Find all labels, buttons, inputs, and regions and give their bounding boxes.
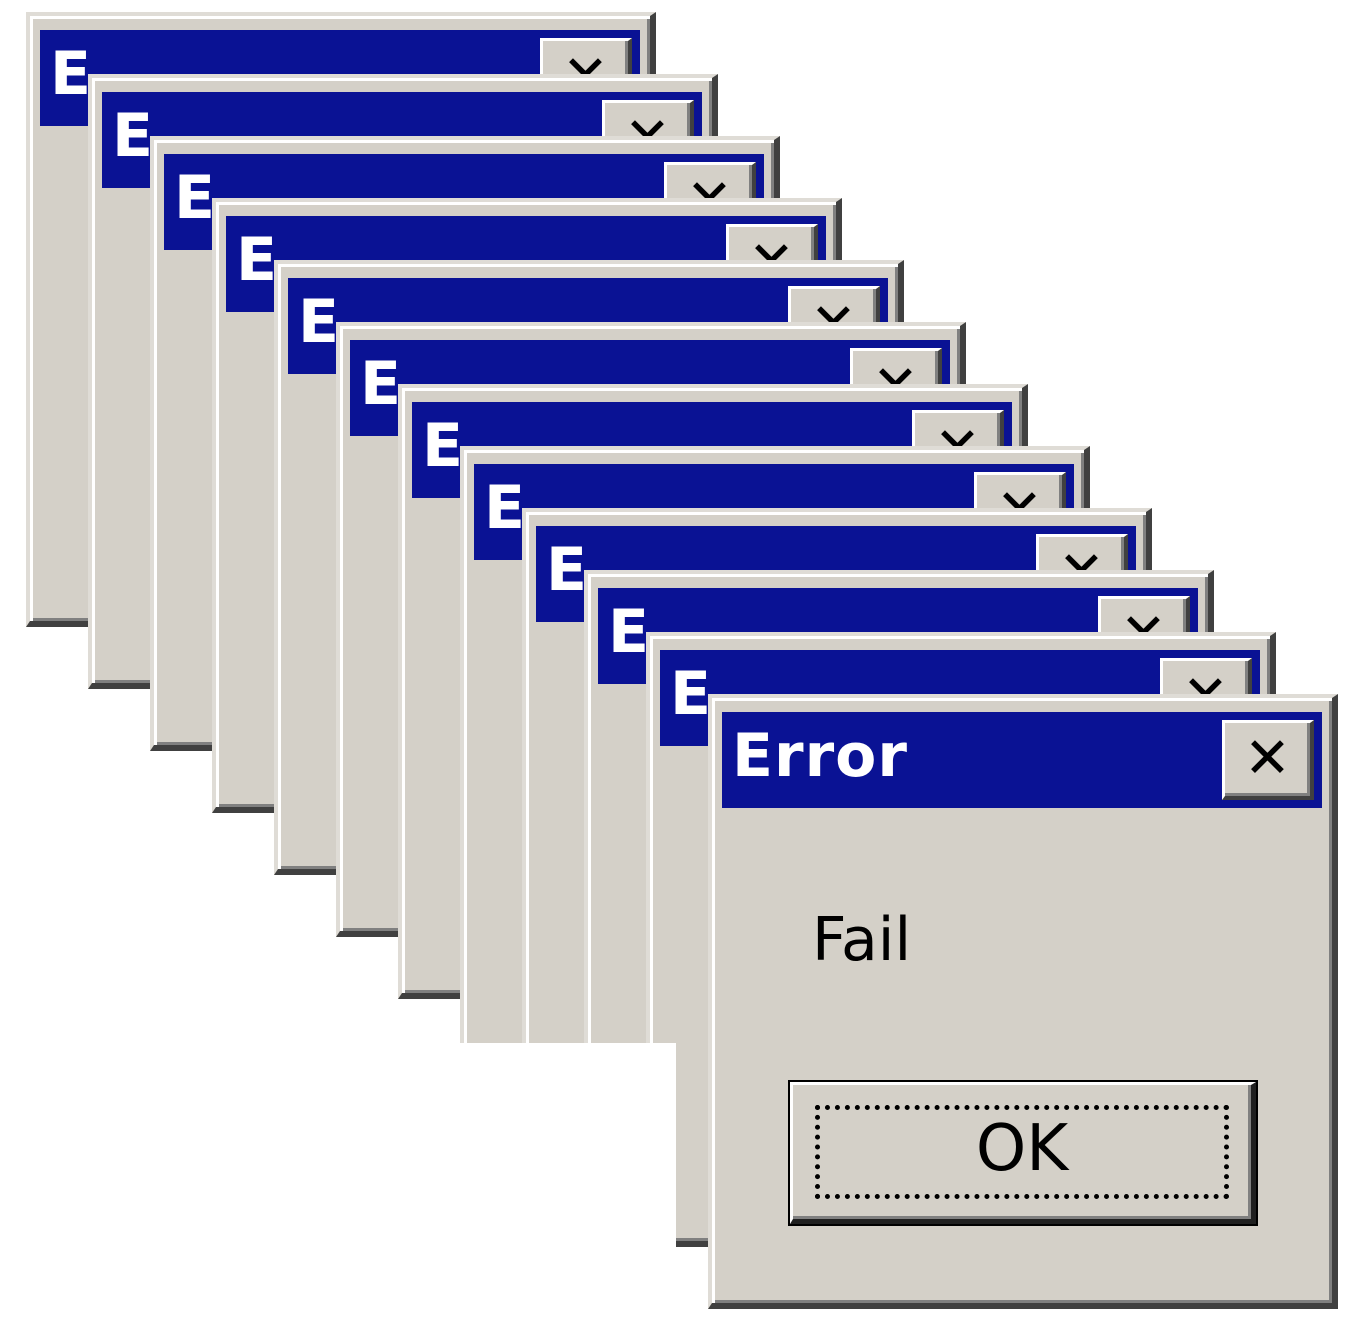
dialog-title: E (484, 473, 526, 543)
title-bar: Error ✕ (722, 712, 1322, 808)
ok-button[interactable]: OK (790, 1082, 1256, 1224)
dialog-title: E (298, 287, 340, 357)
dialog-title: E (112, 101, 154, 171)
dialog-title: E (174, 163, 216, 233)
dialog-title: E (360, 349, 402, 419)
error-message: Fail (812, 905, 912, 975)
background-mask (0, 1043, 676, 1317)
error-dialog-cascade: E✕FailOKE✕FailOKE✕FailOKE✕FailOKE✕FailOK… (0, 0, 1348, 1317)
error-dialog-front: Error ✕ Fail OK (708, 694, 1338, 1309)
dialog-title: E (608, 597, 650, 667)
dialog-title: E (50, 39, 92, 109)
dialog-title: Error (732, 721, 908, 791)
close-icon: ✕ (1244, 726, 1291, 791)
dialog-title: E (546, 535, 588, 605)
dialog-title: E (670, 659, 712, 729)
close-button[interactable]: ✕ (1222, 720, 1314, 800)
dialog-title: E (236, 225, 278, 295)
ok-button-label: OK (975, 1112, 1069, 1186)
dialog-title: E (422, 411, 464, 481)
